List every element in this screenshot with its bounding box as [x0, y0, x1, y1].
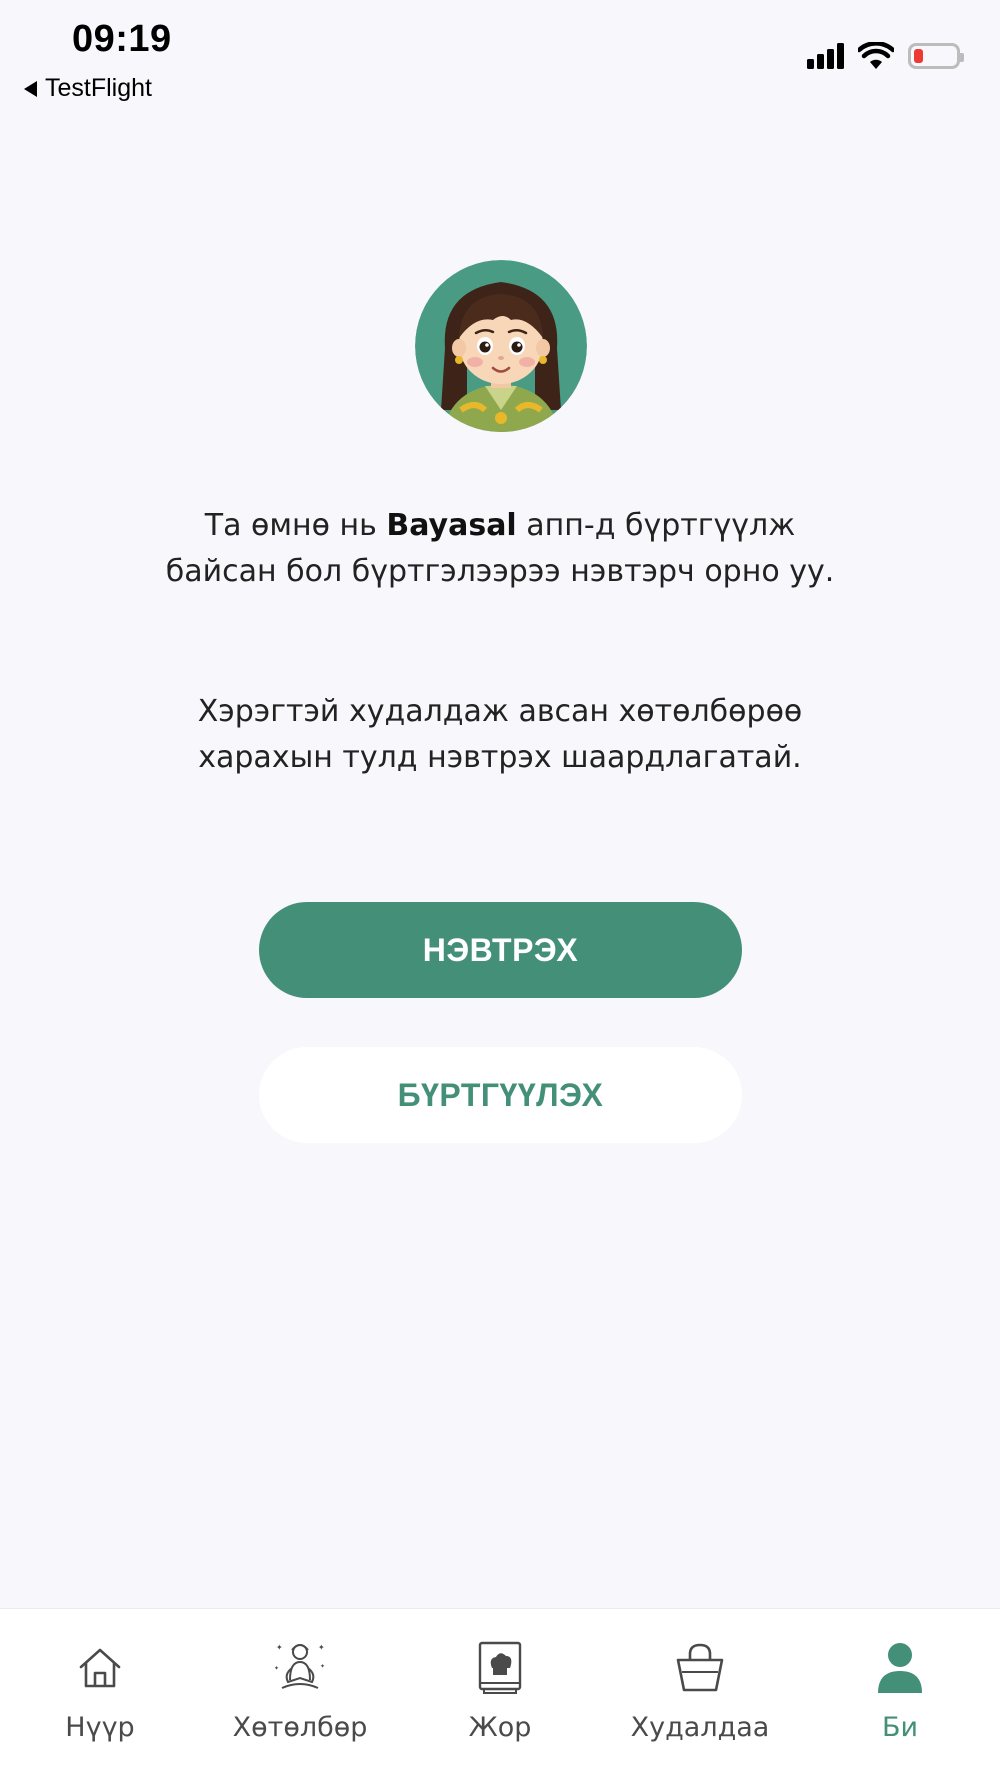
tab-shop[interactable]: Худалдаа: [600, 1609, 800, 1779]
status-time: 09:19: [72, 18, 172, 60]
girl-avatar-icon: [415, 260, 587, 432]
status-indicators: [807, 42, 964, 70]
tab-home[interactable]: Нүүр: [0, 1609, 200, 1779]
back-to-app-link[interactable]: TestFlight: [24, 74, 152, 103]
login-prompt-prefix: Та өмнө нь: [204, 508, 387, 543]
shopping-bag-icon: [668, 1636, 732, 1700]
tab-recipe[interactable]: Жор: [400, 1609, 600, 1779]
cellular-signal-icon: [807, 43, 844, 69]
tab-shop-label: Худалдаа: [630, 1712, 770, 1743]
back-app-label: TestFlight: [45, 74, 152, 102]
wifi-icon: [858, 42, 894, 69]
svg-text:✦: ✦: [318, 1643, 325, 1652]
svg-text:✦: ✦: [274, 1665, 279, 1672]
brand-name: Bayasal: [386, 508, 517, 543]
register-button[interactable]: БҮРТГҮҮЛЭХ: [259, 1047, 742, 1143]
tab-profile[interactable]: Би: [800, 1609, 1000, 1779]
tab-profile-label: Би: [881, 1712, 919, 1743]
login-prompt-text: Та өмнө нь Bayasal апп-д бүртгүүлж байса…: [150, 503, 850, 595]
login-required-text: Хэрэгтэй худалдаж авсан хөтөлбөрөө харах…: [197, 694, 803, 775]
yoga-icon: ✦ ✦ ✦ ✦: [268, 1636, 332, 1700]
tab-recipe-label: Жор: [468, 1712, 532, 1743]
login-button[interactable]: НЭВТРЭХ: [259, 902, 742, 998]
tab-home-label: Нүүр: [65, 1712, 135, 1743]
svg-text:✦: ✦: [276, 1643, 283, 1652]
bottom-tab-bar: Нүүр ✦ ✦ ✦ ✦ Хөтөлбөр Жор Худалдаа Би: [0, 1608, 1000, 1779]
svg-text:✦: ✦: [320, 1663, 325, 1670]
recipe-book-icon: [468, 1636, 532, 1700]
battery-icon: [908, 43, 964, 69]
profile-icon: [868, 1636, 932, 1700]
back-arrow-icon: [24, 80, 37, 97]
home-icon: [68, 1636, 132, 1700]
tab-program[interactable]: ✦ ✦ ✦ ✦ Хөтөлбөр: [200, 1609, 400, 1779]
tab-program-label: Хөтөлбөр: [232, 1712, 368, 1743]
